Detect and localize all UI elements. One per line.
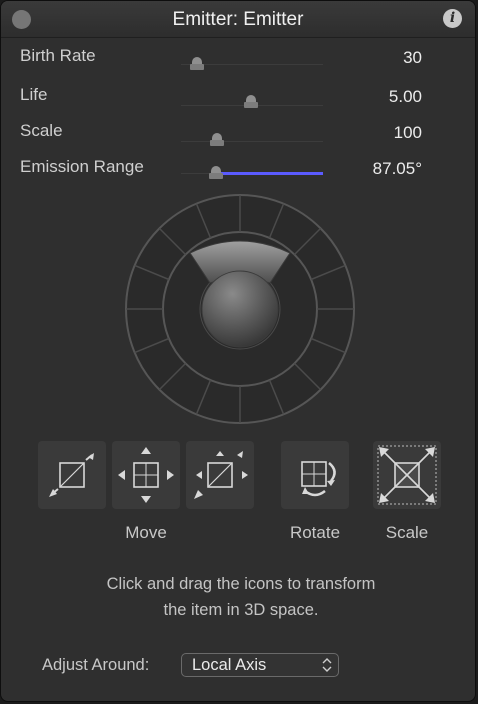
scale-value[interactable]: 100: [394, 123, 422, 143]
emission-angle-wheel[interactable]: [122, 191, 358, 427]
rotate-icon: [301, 461, 336, 497]
life-label: Life: [20, 85, 48, 104]
param-scale: Scale 100: [1, 121, 475, 151]
chevron-updown-icon: [322, 658, 332, 672]
scale-label-tool: Scale: [385, 523, 429, 542]
emission-range-label: Emission Range: [20, 157, 144, 176]
life-slider-thumb[interactable]: [244, 95, 258, 108]
info-icon[interactable]: i: [443, 9, 462, 28]
birth-rate-value[interactable]: 30: [403, 48, 422, 68]
emission-range-fill: [219, 172, 323, 175]
scale-slider-track[interactable]: [181, 141, 323, 142]
emission-range-slider-thumb[interactable]: [209, 166, 223, 179]
param-emission-range: Emission Range 87.05°: [1, 157, 475, 187]
birth-rate-label: Birth Rate: [20, 46, 96, 65]
param-life: Life 5.00: [1, 85, 475, 115]
title-bar[interactable]: Emitter: Emitter i: [1, 1, 475, 38]
scale-tool[interactable]: [373, 441, 441, 509]
move-label: Move: [125, 523, 167, 542]
move-depth-icon: [194, 451, 248, 499]
adjust-around-label: Adjust Around:: [42, 656, 150, 674]
rotate-label: Rotate: [289, 523, 341, 542]
birth-rate-slider-thumb[interactable]: [190, 57, 204, 70]
window-title: Emitter: Emitter: [172, 9, 304, 30]
emission-range-value[interactable]: 87.05°: [373, 159, 422, 179]
instruction-line-1: Click and drag the icons to transform: [106, 575, 376, 593]
scale-icon: [377, 445, 437, 505]
param-birth-rate: Birth Rate 30: [1, 46, 475, 76]
emitter-hud-panel: Emitter: Emitter i Birth Rate 30 Life 5.…: [0, 0, 476, 702]
instruction-text: Click and drag the icons to transform th…: [41, 571, 441, 623]
move-arrows-icon: [118, 447, 174, 503]
scale-slider-thumb[interactable]: [210, 133, 224, 146]
scale-label: Scale: [20, 121, 63, 140]
move-plane-icon: [49, 453, 94, 497]
life-value[interactable]: 5.00: [389, 87, 422, 107]
move-xy-tool[interactable]: [38, 441, 106, 509]
adjust-around-select[interactable]: Local Axis: [181, 653, 339, 677]
move-4way-tool[interactable]: [112, 441, 180, 509]
rotate-tool[interactable]: [281, 441, 349, 509]
move-z-tool[interactable]: [186, 441, 254, 509]
instruction-line-2: the item in 3D space.: [163, 601, 319, 619]
adjust-around-value: Local Axis: [192, 656, 267, 674]
